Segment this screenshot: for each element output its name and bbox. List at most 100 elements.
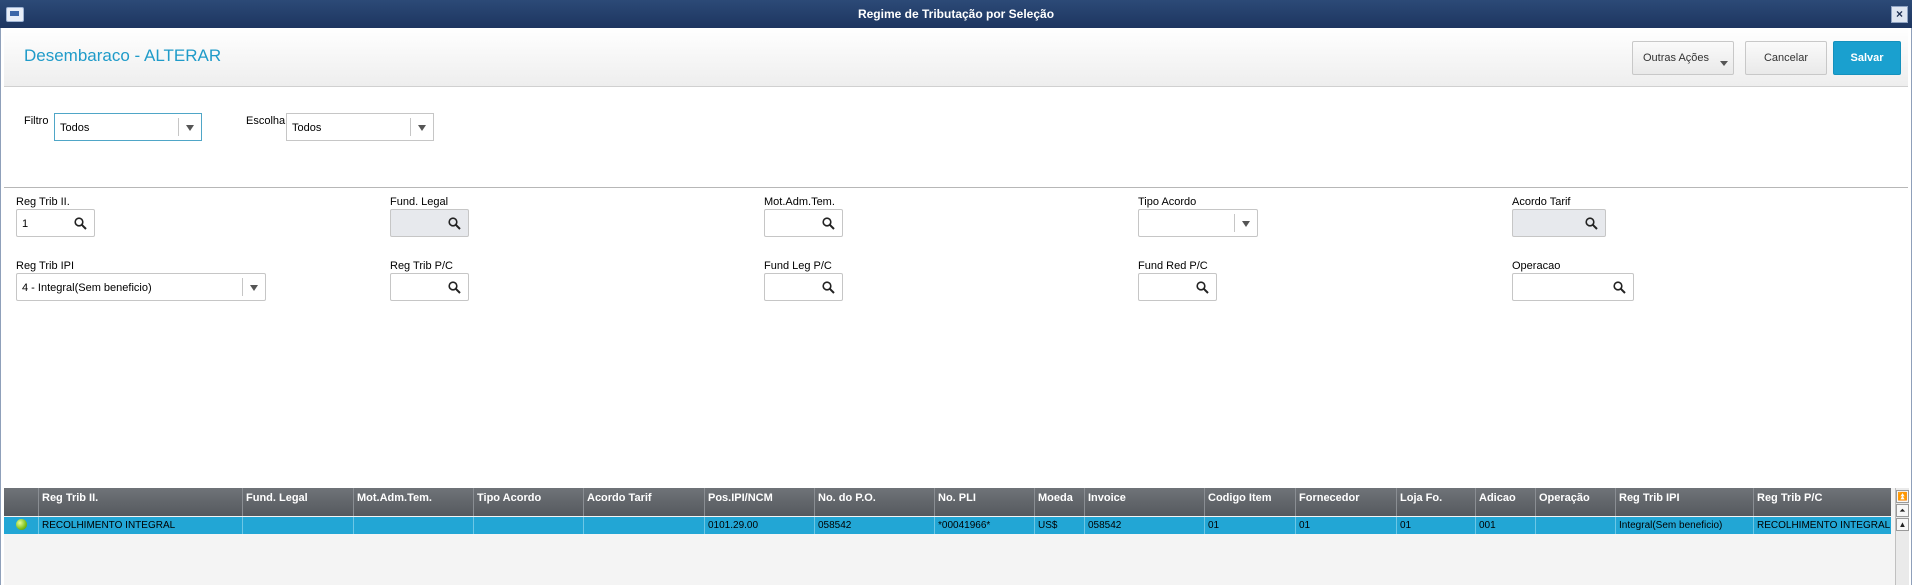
escolha-value: Todos (292, 122, 322, 134)
reg-trib-ii-value: 1 (22, 218, 29, 230)
mot-adm-tem-field[interactable] (764, 209, 843, 237)
escolha-select[interactable]: Todos (286, 113, 434, 141)
grid-cell[interactable]: 0101.29.00 (704, 517, 814, 534)
grid-cell[interactable] (242, 517, 353, 534)
outras-acoes-label: Outras Ações (1643, 52, 1710, 64)
reg-trib-ii-field[interactable]: 1 (16, 209, 95, 237)
window-title-bar: Regime de Tributação por Seleção × (0, 0, 1912, 28)
grid-header-cell[interactable]: No. do P.O. (814, 488, 934, 516)
grid-cell[interactable] (473, 517, 583, 534)
reg-trib-ii-label: Reg Trib II. (16, 196, 70, 208)
fund-leg-pc-label: Fund Leg P/C (764, 260, 832, 272)
grid-header-cell[interactable]: No. PLI (934, 488, 1034, 516)
magnifier-icon[interactable] (448, 217, 461, 230)
grid-cell[interactable] (583, 517, 704, 534)
magnifier-icon[interactable] (822, 217, 835, 230)
chevron-down-icon (1720, 61, 1728, 66)
filtro-select[interactable]: Todos (54, 113, 202, 141)
outras-acoes-button[interactable]: Outras Ações (1632, 41, 1734, 75)
grid-cell[interactable]: 058542 (1084, 517, 1204, 534)
grid-header-cell[interactable]: Invoice (1084, 488, 1204, 516)
grid-header-cell[interactable]: Mot.Adm.Tem. (353, 488, 473, 516)
grid-cell[interactable]: Integral(Sem beneficio) (1615, 517, 1753, 534)
cancelar-button[interactable]: Cancelar (1745, 41, 1827, 75)
grid-header-cell[interactable]: Pos.IPI/NCM (704, 488, 814, 516)
acordo-tarif-field[interactable] (1512, 209, 1606, 237)
chevron-down-icon[interactable] (1242, 221, 1250, 227)
operacao-field[interactable] (1512, 273, 1634, 301)
chevron-down-icon[interactable] (250, 285, 258, 291)
grid-header-cell[interactable]: Loja Fo. (1396, 488, 1475, 516)
grid-cell[interactable]: 058542 (814, 517, 934, 534)
grid-cell[interactable] (1535, 517, 1615, 534)
magnifier-icon[interactable] (1585, 217, 1598, 230)
fund-legal-label: Fund. Legal (390, 196, 449, 208)
filtro-value: Todos (60, 122, 90, 134)
reg-trib-pc-label: Reg Trib P/C (390, 260, 453, 272)
chevron-down-icon[interactable] (186, 125, 194, 131)
magnifier-icon[interactable] (1613, 281, 1626, 294)
magnifier-icon[interactable] (1196, 281, 1209, 294)
grid-header-cell[interactable]: Reg Trib P/C (1753, 488, 1891, 516)
form-panel: Reg Trib II. 1 Fund. Legal Mot.Adm.Tem. … (4, 188, 1908, 488)
fund-red-pc-field[interactable] (1138, 273, 1217, 301)
grid-cell[interactable]: RECOLHIMENTO INTEGRAL (38, 517, 242, 534)
mot-adm-tem-label: Mot.Adm.Tem. (764, 196, 835, 208)
grid-cell[interactable] (353, 517, 473, 534)
grid-header-cell[interactable]: Adicao (1475, 488, 1535, 516)
grid-header-cell[interactable]: Acordo Tarif (583, 488, 704, 516)
reg-trib-pc-field[interactable] (390, 273, 469, 301)
grid-scrollbar[interactable]: ⏫ ⏶ ▲ (1895, 488, 1909, 585)
grid-cell[interactable]: 01 (1396, 517, 1475, 534)
scroll-page-up-icon[interactable]: ⏶ (1896, 504, 1909, 517)
select-divider (1234, 214, 1235, 232)
escolha-label: Escolha (246, 115, 286, 127)
fund-red-pc-label: Fund Red P/C (1138, 260, 1208, 272)
grid-header-cell[interactable]: Tipo Acordo (473, 488, 583, 516)
grid-header-cell[interactable]: Reg Trib II. (38, 488, 242, 516)
green-ball-icon (16, 519, 27, 530)
page-header: Desembaraco - ALTERAR Outras Ações Cance… (4, 28, 1908, 87)
table-row[interactable]: RECOLHIMENTO INTEGRAL 0101.29.00 058542 … (4, 517, 1891, 534)
scroll-up-icon[interactable]: ▲ (1896, 518, 1909, 531)
data-grid: Reg Trib II. Fund. Legal Mot.Adm.Tem. Ti… (4, 488, 1909, 585)
row-status-cell[interactable] (4, 517, 38, 534)
reg-trib-ipi-value: 4 - Integral(Sem beneficio) (22, 282, 152, 294)
select-divider (410, 118, 411, 136)
page-title: Desembaraco - ALTERAR (24, 46, 222, 65)
filtro-label: Filtro (24, 115, 49, 127)
grid-header: Reg Trib II. Fund. Legal Mot.Adm.Tem. Ti… (4, 488, 1891, 516)
reg-trib-ipi-label: Reg Trib IPI (16, 260, 75, 272)
grid-header-cell[interactable]: Codigo Item (1204, 488, 1295, 516)
scroll-top-icon[interactable]: ⏫ (1896, 490, 1909, 503)
close-icon[interactable]: × (1891, 6, 1908, 23)
magnifier-icon[interactable] (74, 217, 87, 230)
grid-header-cell[interactable]: Fornecedor (1295, 488, 1396, 516)
grid-header-cell[interactable]: Operação (1535, 488, 1615, 516)
select-divider (242, 278, 243, 296)
grid-header-cell[interactable]: Fund. Legal (242, 488, 353, 516)
reg-trib-ipi-select[interactable]: 4 - Integral(Sem beneficio) (16, 273, 266, 301)
grid-header-cell[interactable]: Reg Trib IPI (1615, 488, 1753, 516)
grid-cell[interactable]: 01 (1204, 517, 1295, 534)
grid-cell[interactable]: 01 (1295, 517, 1396, 534)
grid-cell[interactable]: 001 (1475, 517, 1535, 534)
operacao-label: Operacao (1512, 260, 1561, 272)
window-title: Regime de Tributação por Seleção (857, 7, 1055, 21)
fund-leg-pc-field[interactable] (764, 273, 843, 301)
grid-cell[interactable]: US$ (1034, 517, 1084, 534)
magnifier-icon[interactable] (448, 281, 461, 294)
tipo-acordo-select[interactable] (1138, 209, 1258, 237)
magnifier-icon[interactable] (822, 281, 835, 294)
tipo-acordo-label: Tipo Acordo (1138, 196, 1197, 208)
grid-cell[interactable]: RECOLHIMENTO INTEGRAL (1753, 517, 1891, 534)
grid-cell[interactable]: *00041966* (934, 517, 1034, 534)
acordo-tarif-label: Acordo Tarif (1512, 196, 1571, 208)
salvar-button[interactable]: Salvar (1833, 41, 1901, 75)
select-divider (178, 118, 179, 136)
filter-panel: Filtro Todos Escolha Todos (4, 87, 1908, 188)
grid-header-status (4, 488, 38, 516)
fund-legal-field[interactable] (390, 209, 469, 237)
chevron-down-icon[interactable] (418, 125, 426, 131)
grid-header-cell[interactable]: Moeda (1034, 488, 1084, 516)
